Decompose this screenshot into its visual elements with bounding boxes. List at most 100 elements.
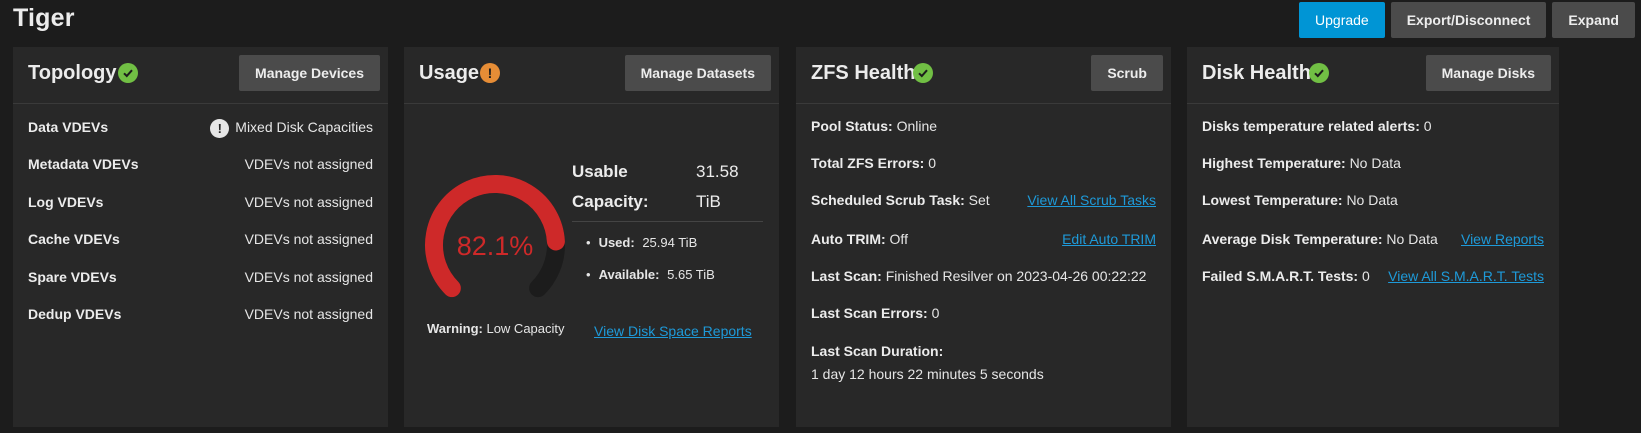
mixed-disk-capacities-text: Mixed Disk Capacities (235, 119, 373, 136)
topology-row-value: VDEVs not assigned (244, 194, 373, 210)
lowest-temperature-label: Lowest Temperature: (1202, 192, 1343, 208)
zfs-health-title: ZFS Health (811, 62, 916, 84)
average-temperature-label: Average Disk Temperature: (1202, 231, 1383, 247)
topology-row-log: Log VDEVs VDEVs not assigned (28, 194, 373, 210)
temperature-alerts-label: Disks temperature related alerts: (1202, 118, 1420, 134)
last-scan-duration-label: Last Scan Duration: (811, 343, 944, 359)
exclamation-icon: ! (210, 119, 230, 138)
export-disconnect-button[interactable]: Export/Disconnect (1390, 2, 1547, 38)
lowest-temperature-row: Lowest Temperature: No Data (1202, 192, 1544, 208)
low-capacity-warning: Warning: Low Capacity (427, 321, 565, 336)
capacity-label-line: Capacity: (572, 192, 649, 211)
capacity-gauge: 82.1% (425, 175, 565, 298)
usable-label-line: Usable (572, 162, 628, 181)
auto-trim-row: Auto TRIM: Off Edit Auto TRIM (811, 231, 1156, 247)
scheduled-scrub-value: Set (968, 192, 990, 208)
topology-row-label: Data VDEVs (28, 119, 109, 135)
last-scan-duration-row: Last Scan Duration: 1 day 12 hours 22 mi… (811, 343, 1156, 382)
last-scan-label: Last Scan: (811, 268, 882, 284)
pool-status-label: Pool Status: (811, 118, 893, 134)
total-zfs-errors-row: Total ZFS Errors: 0 (811, 155, 1156, 171)
disk-health-title: Disk Health (1202, 62, 1311, 84)
topology-row-value: VDEVs not assigned (244, 231, 373, 247)
topology-title: Topology (28, 62, 117, 84)
failed-smart-tests-value: 0 (1362, 268, 1370, 284)
used-item: • Used: 25.94 TiB (586, 235, 698, 250)
usage-card: Usage ! Manage Datasets 82.1% Usable Cap… (404, 47, 779, 427)
auto-trim-value: Off (889, 231, 908, 247)
temperature-alerts-row: Disks temperature related alerts: 0 (1202, 118, 1544, 134)
expand-button[interactable]: Expand (1552, 2, 1635, 38)
zfs-card-header: ZFS Health Scrub (796, 47, 1171, 104)
scrub-button[interactable]: Scrub (1091, 55, 1163, 91)
check-circle-icon (118, 63, 138, 83)
view-disk-space-reports-link[interactable]: View Disk Space Reports (594, 323, 752, 339)
disk-health-card: Disk Health Manage Disks Disks temperatu… (1187, 47, 1559, 427)
topology-row-value: ! Mixed Disk Capacities (210, 119, 373, 138)
total-zfs-errors-label: Total ZFS Errors: (811, 155, 925, 171)
manage-disks-button[interactable]: Manage Disks (1425, 55, 1551, 91)
topology-row-spare: Spare VDEVs VDEVs not assigned (28, 269, 373, 285)
manage-datasets-button[interactable]: Manage Datasets (624, 55, 771, 91)
pool-status-value: Online (896, 118, 938, 134)
check-circle-icon (913, 63, 933, 83)
last-scan-errors-value: 0 (931, 305, 940, 321)
topology-card-header: Topology Manage Devices (13, 47, 388, 104)
gauge-percent-label: 82.1% (457, 231, 534, 261)
warning-value: Low Capacity (486, 321, 565, 336)
view-all-smart-tests-link[interactable]: View All S.M.A.R.T. Tests (1388, 268, 1544, 284)
view-all-scrub-tasks-link[interactable]: View All Scrub Tasks (1027, 192, 1156, 208)
last-scan-row: Last Scan: Finished Resilver on 2023-04-… (811, 268, 1156, 284)
disk-card-header: Disk Health Manage Disks (1187, 47, 1559, 104)
auto-trim-label: Auto TRIM: (811, 231, 886, 247)
last-scan-errors-row: Last Scan Errors: 0 (811, 305, 1156, 321)
available-item: • Available: 5.65 TiB (586, 267, 715, 282)
topology-row-metadata: Metadata VDEVs VDEVs not assigned (28, 156, 373, 172)
topology-row-data: Data VDEVs ! Mixed Disk Capacities (28, 119, 373, 138)
topology-row-value: VDEVs not assigned (244, 306, 373, 322)
last-scan-errors-label: Last Scan Errors: (811, 305, 928, 321)
last-scan-duration-value: 1 day 12 hours 22 minutes 5 seconds (811, 366, 1044, 382)
warning-label: Warning: (427, 321, 483, 336)
topology-row-cache: Cache VDEVs VDEVs not assigned (28, 231, 373, 247)
usage-title: Usage (419, 62, 480, 84)
manage-devices-button[interactable]: Manage Devices (239, 55, 380, 91)
topology-row-label: Dedup VDEVs (28, 306, 122, 322)
available-label: Available: (598, 267, 660, 282)
usable-capacity-value: 31.58 TiB (696, 162, 739, 212)
pool-dashboard-cards: Topology Manage Devices Data VDEVs ! Mixe… (13, 47, 1634, 427)
scheduled-scrub-label: Scheduled Scrub Task: (811, 192, 965, 208)
view-reports-link[interactable]: View Reports (1461, 231, 1544, 247)
topology-row-label: Log VDEVs (28, 194, 104, 210)
highest-temperature-row: Highest Temperature: No Data (1202, 155, 1544, 171)
topology-card: Topology Manage Devices Data VDEVs ! Mixe… (13, 47, 388, 427)
upgrade-button[interactable]: Upgrade (1299, 2, 1385, 38)
pool-status-row: Pool Status: Online (811, 118, 1156, 134)
usable-value-number: 31.58 (696, 162, 739, 181)
pool-actions: Upgrade Export/Disconnect Expand (1299, 2, 1635, 38)
usable-value-unit: TiB (696, 192, 721, 211)
available-value: 5.65 TiB (667, 267, 715, 282)
warning-circle-icon: ! (480, 63, 500, 83)
topology-row-label: Spare VDEVs (28, 269, 117, 285)
usable-capacity-label: Usable Capacity: (572, 162, 649, 212)
topology-row-label: Cache VDEVs (28, 231, 120, 247)
pool-title: Tiger (13, 4, 75, 32)
check-circle-icon (1309, 63, 1329, 83)
edit-auto-trim-link[interactable]: Edit Auto TRIM (1062, 231, 1156, 247)
total-zfs-errors-value: 0 (928, 155, 936, 171)
used-value: 25.94 TiB (642, 235, 698, 250)
divider (572, 221, 763, 222)
usage-card-header: Usage ! Manage Datasets (404, 47, 779, 104)
failed-smart-tests-label: Failed S.M.A.R.T. Tests: (1202, 268, 1359, 284)
failed-smart-tests-row: Failed S.M.A.R.T. Tests: 0 View All S.M.… (1202, 268, 1544, 284)
topology-row-value: VDEVs not assigned (244, 269, 373, 285)
used-label: Used: (598, 235, 635, 250)
average-temperature-row: Average Disk Temperature: No Data View R… (1202, 231, 1544, 247)
highest-temperature-label: Highest Temperature: (1202, 155, 1346, 171)
highest-temperature-value: No Data (1349, 155, 1401, 171)
scheduled-scrub-row: Scheduled Scrub Task: Set View All Scrub… (811, 192, 1156, 208)
topology-row-dedup: Dedup VDEVs VDEVs not assigned (28, 306, 373, 322)
topology-row-value: VDEVs not assigned (244, 156, 373, 172)
zfs-health-card: ZFS Health Scrub Pool Status: Online Tot… (796, 47, 1171, 427)
